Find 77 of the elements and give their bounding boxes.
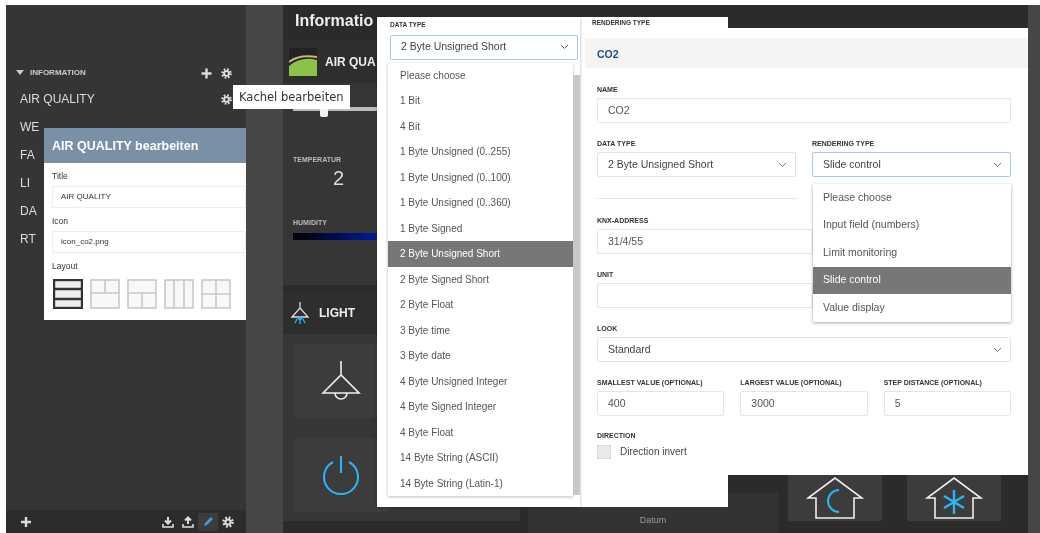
- settings-icon[interactable]: [221, 93, 232, 105]
- dropdown-option[interactable]: 3 Byte time: [388, 317, 573, 343]
- dialog-title: CO2: [597, 48, 619, 60]
- input-field[interactable]: 3000: [740, 391, 868, 416]
- input-field[interactable]: AIR QUALITY: [52, 185, 246, 208]
- dropdown-option[interactable]: 4 Byte Unsigned Integer: [388, 368, 573, 394]
- dropdown-option[interactable]: 1 Byte Unsigned (0..360): [388, 190, 573, 216]
- dialog-title: AIR QUALITY bearbeiten: [52, 139, 199, 153]
- dropdown-option[interactable]: 1 Byte Unsigned (0..100): [388, 164, 573, 190]
- chevron-icon: [993, 161, 1002, 168]
- checkbox[interactable]: [597, 444, 611, 459]
- dropdown-option[interactable]: 3 Byte date: [388, 343, 573, 369]
- dropdown-option[interactable]: 14 Byte String (ASCII): [388, 445, 573, 471]
- pencil-button[interactable]: [198, 512, 218, 531]
- select-field[interactable]: Standard: [597, 337, 1011, 362]
- dropdown-option[interactable]: 2 Byte Float: [388, 292, 573, 318]
- sidebar-item[interactable]: RT: [20, 230, 36, 248]
- landscape-icon: [289, 47, 317, 76]
- select-field[interactable]: 2 Byte Unsigned Short: [597, 152, 796, 177]
- dropdown-option[interactable]: Please choose: [388, 62, 573, 88]
- pencil-icon: [202, 515, 214, 528]
- lamp-icon: [319, 359, 363, 403]
- dropdown-option[interactable]: 4 Bit: [388, 113, 573, 139]
- section-title: INFORMATION: [30, 67, 87, 79]
- field-label: Title: [51, 170, 69, 183]
- card-title: AIR QUA: [325, 53, 376, 71]
- caret-down-icon[interactable]: [16, 70, 24, 76]
- add-icon: [20, 515, 32, 528]
- dropdown-option[interactable]: Please choose: [813, 184, 1011, 212]
- input-field[interactable]: [597, 283, 813, 308]
- lamp-icon: [289, 300, 311, 325]
- card-title: LIGHT: [319, 304, 355, 322]
- temperature-value: 2: [333, 167, 346, 188]
- dropdown-option[interactable]: 14 Byte String (Latin-1): [388, 470, 573, 496]
- dropdown-option[interactable]: Slide control: [813, 266, 1011, 294]
- dropdown-option[interactable]: 4 Byte Signed Integer: [388, 394, 573, 420]
- power-tile[interactable]: [294, 438, 388, 512]
- sidebar-item[interactable]: DA: [20, 202, 37, 220]
- mode-tile[interactable]: [788, 473, 882, 521]
- chevron-icon: [560, 44, 569, 50]
- chevron-icon: [778, 161, 787, 168]
- night-house-icon: [806, 474, 864, 520]
- upload-icon: [182, 515, 194, 528]
- layout-option-icon[interactable]: [53, 279, 83, 310]
- select-field[interactable]: 2 Byte Unsigned Short: [390, 34, 578, 60]
- sidebar-item[interactable]: FA: [20, 146, 35, 164]
- settings-icon[interactable]: [221, 67, 232, 79]
- mode-tile[interactable]: [907, 473, 1001, 521]
- dropdown-option[interactable]: 1 Bit: [388, 88, 573, 114]
- download-icon: [162, 515, 174, 528]
- page-title: Informatio: [295, 12, 374, 29]
- tooltip: Kachel bearbeiten: [233, 85, 350, 109]
- checkbox-label: Direction invert: [620, 445, 687, 459]
- dropdown-option[interactable]: Input field (numbers): [813, 211, 1011, 239]
- field-label: Icon: [51, 214, 70, 228]
- settings-icon: [222, 515, 234, 528]
- dropdown-option[interactable]: Limit monitoring: [813, 239, 1011, 267]
- input-field[interactable]: 400: [597, 391, 725, 416]
- sidebar-item[interactable]: AIR QUALITY: [20, 90, 95, 108]
- input-field[interactable]: CO2: [597, 98, 1011, 123]
- dropdown-option[interactable]: 4 Byte Float: [388, 419, 573, 445]
- input-field[interactable]: icon_co2.png: [52, 230, 246, 253]
- add-icon[interactable]: [201, 67, 212, 79]
- dropdown-option[interactable]: 2 Byte Unsigned Short: [388, 241, 573, 267]
- frost-house-icon: [925, 474, 983, 520]
- date-label: Datum: [639, 513, 667, 527]
- sidebar-item[interactable]: LI: [20, 174, 30, 192]
- field-label: Layout: [51, 259, 79, 273]
- chevron-icon: [993, 346, 1002, 353]
- dropdown-option[interactable]: 1 Byte Signed: [388, 215, 573, 241]
- input-field[interactable]: 31/4/55: [597, 229, 813, 254]
- sidebar-item[interactable]: WE: [20, 118, 40, 136]
- dropdown-option[interactable]: 1 Byte Unsigned (0..255): [388, 139, 573, 165]
- dropdown-option[interactable]: Value display: [813, 294, 1011, 322]
- input-field[interactable]: 5: [883, 391, 1011, 416]
- select-field[interactable]: Slide control: [812, 152, 1011, 177]
- dropdown-option[interactable]: 2 Byte Signed Short: [388, 266, 573, 292]
